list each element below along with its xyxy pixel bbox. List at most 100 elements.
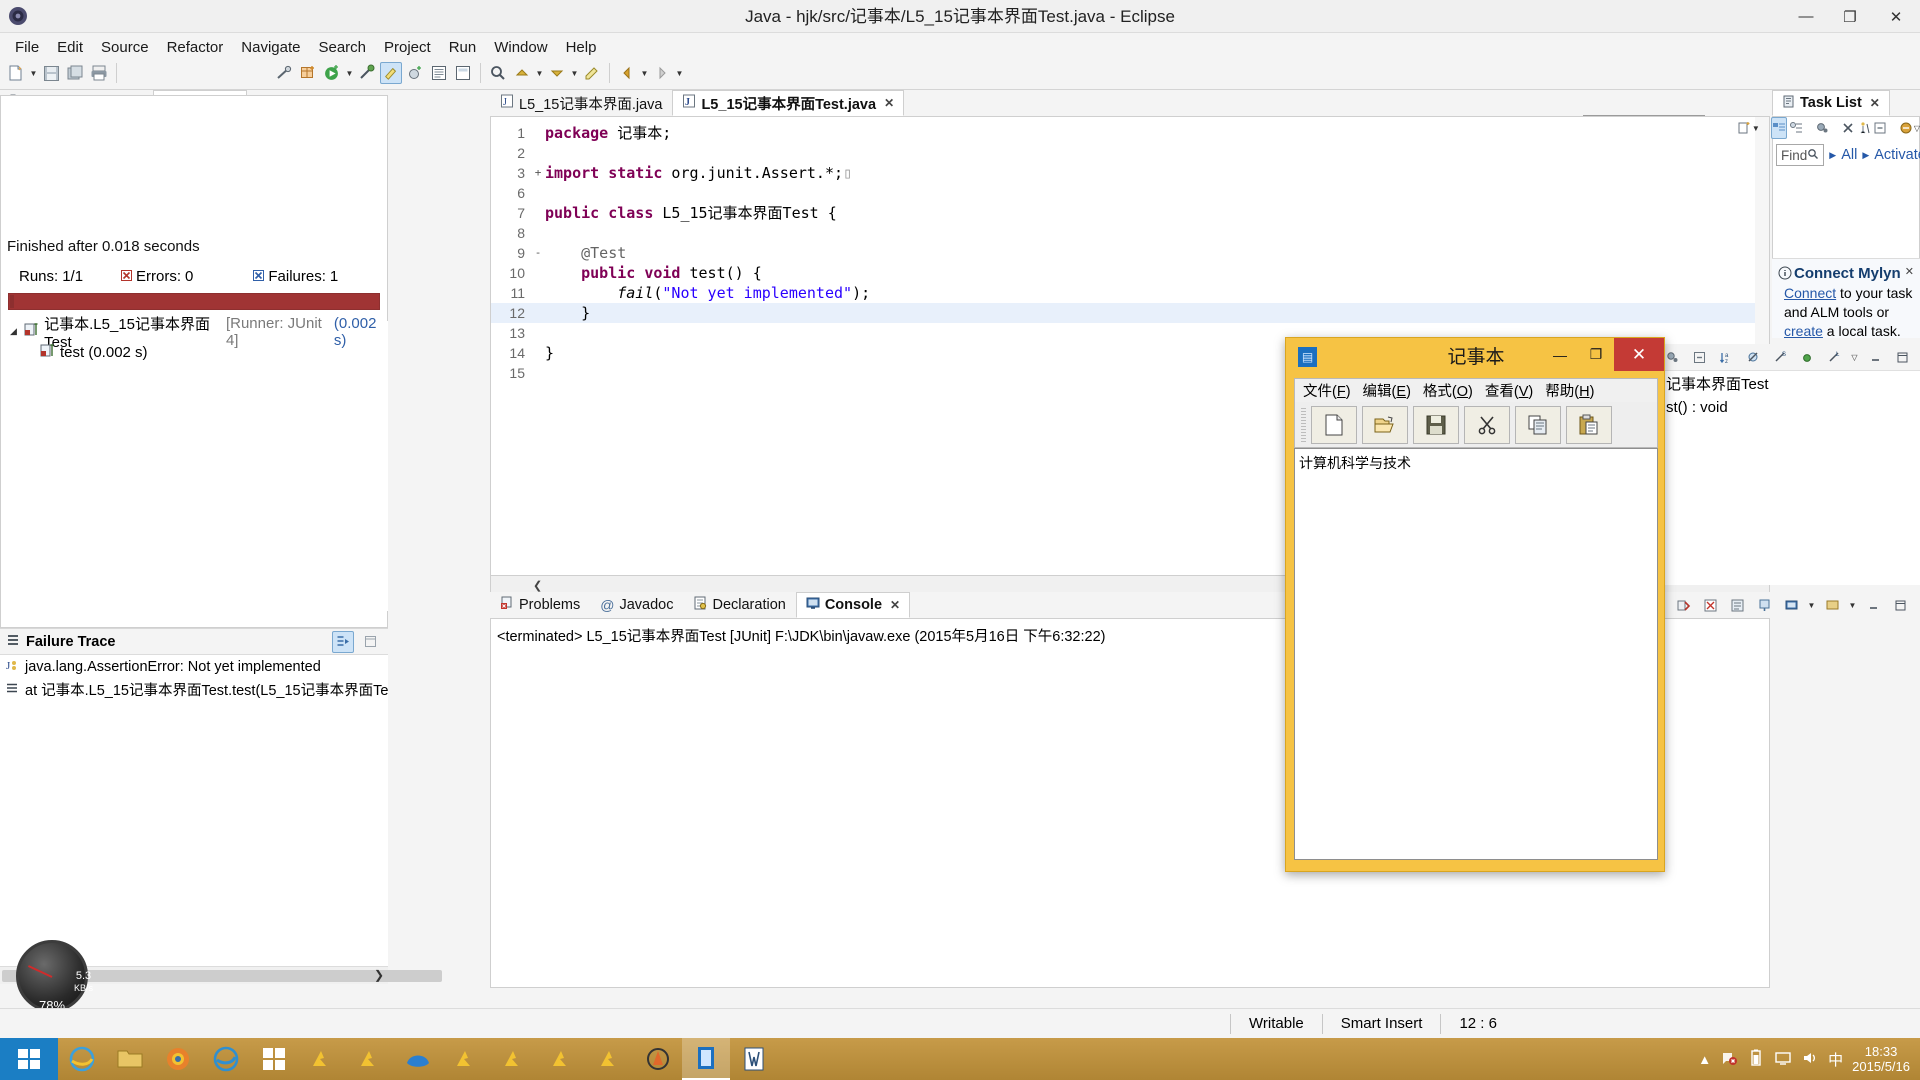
maximize-outline-icon[interactable]	[1891, 346, 1913, 368]
notepad-menu-help[interactable]: 帮助(H)	[1545, 380, 1594, 401]
menu-run[interactable]: Run	[440, 36, 486, 59]
notepad-menu-format[interactable]: 格式(O)	[1423, 380, 1473, 401]
close-icon[interactable]: ✕	[884, 96, 894, 110]
new-task-dropdown-icon[interactable]: ▼	[1752, 117, 1760, 139]
scheduled-presentation-icon[interactable]	[1789, 117, 1803, 139]
minimize-outline-icon[interactable]	[1864, 346, 1886, 368]
scroll-right-icon[interactable]: ❯	[374, 968, 384, 982]
junit-test-tree[interactable]: ◢ 记事本.L5_15记事本界面Test [Runner: JUnit 4] (…	[2, 315, 388, 611]
tim-icon[interactable]	[394, 1038, 442, 1080]
vlc-icon[interactable]	[634, 1038, 682, 1080]
outline-view[interactable]: 记事本界面Test st() : void	[1660, 370, 1920, 585]
maximize-failure-trace-icon[interactable]	[359, 631, 381, 653]
notepad-close-button[interactable]: ✕	[1614, 338, 1664, 371]
search-icon[interactable]	[487, 62, 509, 84]
cut-scissors-icon[interactable]	[1464, 405, 1510, 444]
ie-icon[interactable]	[58, 1038, 106, 1080]
minimize-console-icon[interactable]	[1862, 594, 1884, 616]
delete-task-icon[interactable]	[1841, 117, 1855, 139]
fold-marker-expand[interactable]: +	[531, 163, 545, 183]
firefox-icon[interactable]	[154, 1038, 202, 1080]
tab-problems[interactable]: Problems	[490, 592, 590, 618]
console-dropdown-icon[interactable]: ▼	[1806, 594, 1817, 616]
notepad-window[interactable]: ▤ 记事本 — ❐ ✕ 文件(F) 编辑(E) 格式(O) 查看(V) 帮助(H…	[1285, 337, 1665, 872]
fold-marker[interactable]	[531, 123, 545, 143]
mylyn-create-link[interactable]: create	[1784, 323, 1823, 339]
notepad-menu-file[interactable]: 文件(F)	[1303, 380, 1351, 401]
notepad-maximize-button[interactable]: ❐	[1578, 338, 1614, 371]
prev-dropdown-icon[interactable]: ▼	[534, 62, 545, 84]
mylyn-connect-link[interactable]: Connect	[1784, 285, 1836, 301]
menu-file[interactable]: File	[6, 36, 48, 59]
menu-navigate[interactable]: Navigate	[232, 36, 309, 59]
remove-launch-icon[interactable]	[1672, 594, 1694, 616]
display-icon[interactable]	[1774, 1049, 1792, 1070]
display-selected-console-icon[interactable]	[1780, 594, 1802, 616]
new-java-package-icon[interactable]	[297, 62, 319, 84]
clear-console-icon[interactable]	[1699, 594, 1721, 616]
close-button[interactable]: ✕	[1872, 0, 1920, 33]
fold-marker[interactable]	[531, 143, 545, 163]
eclipse-taskbar-icon-6[interactable]	[586, 1038, 634, 1080]
failure-trace-row-frame[interactable]: at 记事本.L5_15记事本界面Test.test(L5_15记事本界面Tes…	[0, 678, 388, 701]
run-external-tools-icon[interactable]	[356, 62, 378, 84]
back-dropdown-icon[interactable]: ▼	[639, 62, 650, 84]
back-icon[interactable]	[616, 62, 638, 84]
forward-icon[interactable]	[651, 62, 673, 84]
outline-row-class[interactable]: 记事本界面Test	[1660, 371, 1920, 395]
print-icon[interactable]	[88, 62, 110, 84]
close-icon[interactable]: ✕	[890, 598, 900, 612]
tab-javadoc[interactable]: @ Javadoc	[590, 592, 683, 618]
test-tree-row-class[interactable]: ◢ 记事本.L5_15记事本界面Test [Runner: JUnit 4] (…	[2, 315, 388, 351]
new-java-class-icon[interactable]	[380, 62, 402, 84]
fold-marker[interactable]	[531, 363, 545, 383]
hide-non-public-icon[interactable]	[1796, 346, 1818, 368]
last-edit-location-icon[interactable]	[581, 62, 603, 84]
menu-source[interactable]: Source	[92, 36, 158, 59]
volume-icon[interactable]	[1801, 1049, 1819, 1070]
new-file-icon[interactable]	[1311, 405, 1357, 444]
fold-marker-collapse[interactable]: -	[531, 243, 545, 263]
task-find-input[interactable]: Find	[1776, 144, 1825, 166]
word-icon[interactable]	[730, 1038, 778, 1080]
menu-edit[interactable]: Edit	[48, 36, 92, 59]
outline-row-method[interactable]: st() : void	[1660, 395, 1920, 419]
next-dropdown-icon[interactable]: ▼	[569, 62, 580, 84]
save-all-icon[interactable]	[64, 62, 86, 84]
network-speed-widget[interactable]: 5.3 KB/s 78%	[8, 940, 116, 1014]
open-folder-icon[interactable]	[1362, 405, 1408, 444]
fold-marker[interactable]	[531, 303, 545, 323]
new-wizard-icon[interactable]	[5, 62, 27, 84]
store-icon[interactable]	[250, 1038, 298, 1080]
eclipse-taskbar-icon-4[interactable]	[490, 1038, 538, 1080]
open-type-icon[interactable]	[428, 62, 450, 84]
focus-on-workweek-icon[interactable]	[1815, 117, 1829, 139]
forward-dropdown-icon[interactable]: ▼	[674, 62, 685, 84]
eclipse-taskbar-icon-5[interactable]	[538, 1038, 586, 1080]
fold-marker[interactable]	[531, 183, 545, 203]
menu-window[interactable]: Window	[485, 36, 556, 59]
fold-marker[interactable]	[531, 263, 545, 283]
failure-trace-body[interactable]: J java.lang.AssertionError: Not yet impl…	[0, 654, 442, 984]
notepad-menu-view[interactable]: 查看(V)	[1485, 380, 1533, 401]
windows-start-icon[interactable]	[0, 1038, 58, 1080]
activate-arrow-icon[interactable]: ▶	[1862, 150, 1869, 161]
tab-task-list[interactable]: Task List ✕	[1772, 90, 1890, 116]
outline-view-menu-icon[interactable]: ▽	[1849, 346, 1860, 368]
sort-icon[interactable]: az	[1715, 346, 1737, 368]
scroll-lock-icon[interactable]	[1726, 594, 1748, 616]
run-icon[interactable]	[321, 62, 343, 84]
battery-icon[interactable]	[1747, 1049, 1765, 1070]
menu-refactor[interactable]: Refactor	[158, 36, 233, 59]
collapse-all-icon[interactable]	[1873, 117, 1887, 139]
search-icon[interactable]	[1807, 148, 1819, 163]
tab-declaration[interactable]: Declaration	[683, 592, 795, 618]
hide-fields-icon[interactable]	[1742, 346, 1764, 368]
restore-tasks-icon[interactable]	[1857, 117, 1871, 139]
menu-search[interactable]: Search	[309, 36, 375, 59]
maximize-console-icon[interactable]	[1889, 594, 1911, 616]
tab-console[interactable]: Console ✕	[795, 592, 911, 618]
expand-arrow-icon[interactable]: ◢	[10, 326, 19, 337]
open-console-icon[interactable]	[1821, 594, 1843, 616]
ime-icon[interactable]: 中	[1828, 1049, 1843, 1070]
